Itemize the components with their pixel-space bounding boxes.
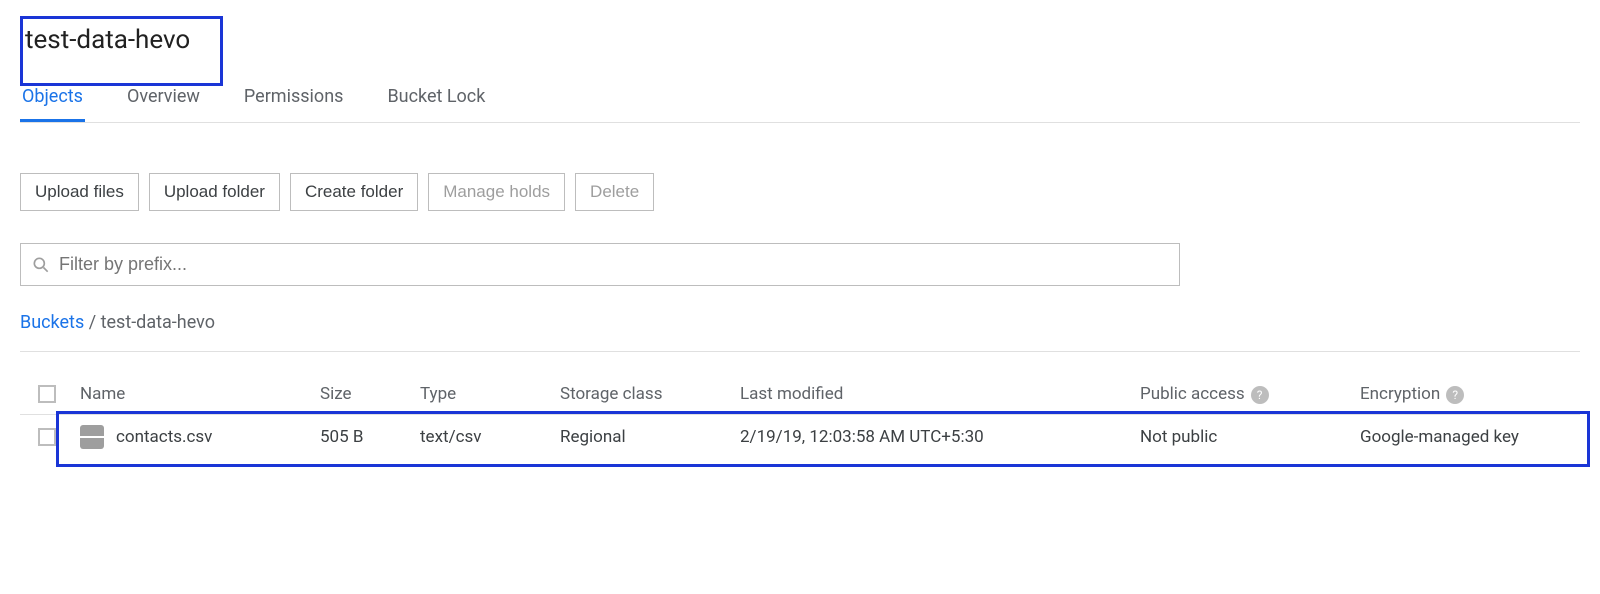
manage-holds-button[interactable]: Manage holds bbox=[428, 173, 565, 211]
row-checkbox[interactable] bbox=[38, 428, 56, 446]
objects-table: Name Size Type Storage class Last modifi… bbox=[20, 374, 1580, 459]
help-icon[interactable]: ? bbox=[1446, 386, 1464, 404]
help-icon[interactable]: ? bbox=[1251, 386, 1269, 404]
breadcrumb-current: test-data-hevo bbox=[101, 312, 215, 333]
table-header-row: Name Size Type Storage class Last modifi… bbox=[20, 374, 1580, 415]
upload-folder-button[interactable]: Upload folder bbox=[149, 173, 280, 211]
breadcrumb: Buckets / test-data-hevo bbox=[20, 312, 1580, 352]
bucket-title: test-data-hevo bbox=[25, 25, 190, 55]
create-folder-button[interactable]: Create folder bbox=[290, 173, 418, 211]
file-icon bbox=[80, 425, 104, 449]
cell-public-access: Not public bbox=[1140, 427, 1360, 447]
breadcrumb-separator: / bbox=[84, 312, 100, 333]
cell-last-modified: 2/19/19, 12:03:58 AM UTC+5:30 bbox=[740, 427, 1140, 447]
filter-box[interactable] bbox=[20, 243, 1180, 286]
cell-size: 505 B bbox=[320, 427, 420, 447]
breadcrumb-root-link[interactable]: Buckets bbox=[20, 312, 84, 333]
col-public-access: Public access? bbox=[1140, 384, 1360, 404]
table-row[interactable]: contacts.csv 505 B text/csv Regional 2/1… bbox=[20, 415, 1580, 459]
col-type: Type bbox=[420, 384, 560, 404]
col-last-modified: Last modified bbox=[740, 384, 1140, 404]
tab-permissions[interactable]: Permissions bbox=[242, 76, 346, 122]
file-name-label: contacts.csv bbox=[116, 427, 212, 447]
toolbar: Upload files Upload folder Create folder… bbox=[20, 173, 1580, 211]
cell-encryption: Google-managed key bbox=[1360, 427, 1600, 447]
cell-storage-class: Regional bbox=[560, 427, 740, 447]
upload-files-button[interactable]: Upload files bbox=[20, 173, 139, 211]
delete-button[interactable]: Delete bbox=[575, 173, 654, 211]
tab-bucket-lock[interactable]: Bucket Lock bbox=[385, 76, 487, 122]
filter-input[interactable] bbox=[51, 250, 1169, 279]
cell-type: text/csv bbox=[420, 427, 560, 447]
col-size: Size bbox=[320, 384, 420, 404]
col-name: Name bbox=[80, 384, 320, 404]
cell-name[interactable]: contacts.csv bbox=[80, 425, 320, 449]
tab-bar: Objects Overview Permissions Bucket Lock bbox=[20, 76, 1580, 123]
select-all-checkbox[interactable] bbox=[38, 385, 56, 403]
bucket-title-highlight: test-data-hevo bbox=[20, 16, 223, 86]
col-storage-class: Storage class bbox=[560, 384, 740, 404]
search-icon bbox=[31, 255, 51, 275]
col-encryption: Encryption? bbox=[1360, 384, 1600, 404]
